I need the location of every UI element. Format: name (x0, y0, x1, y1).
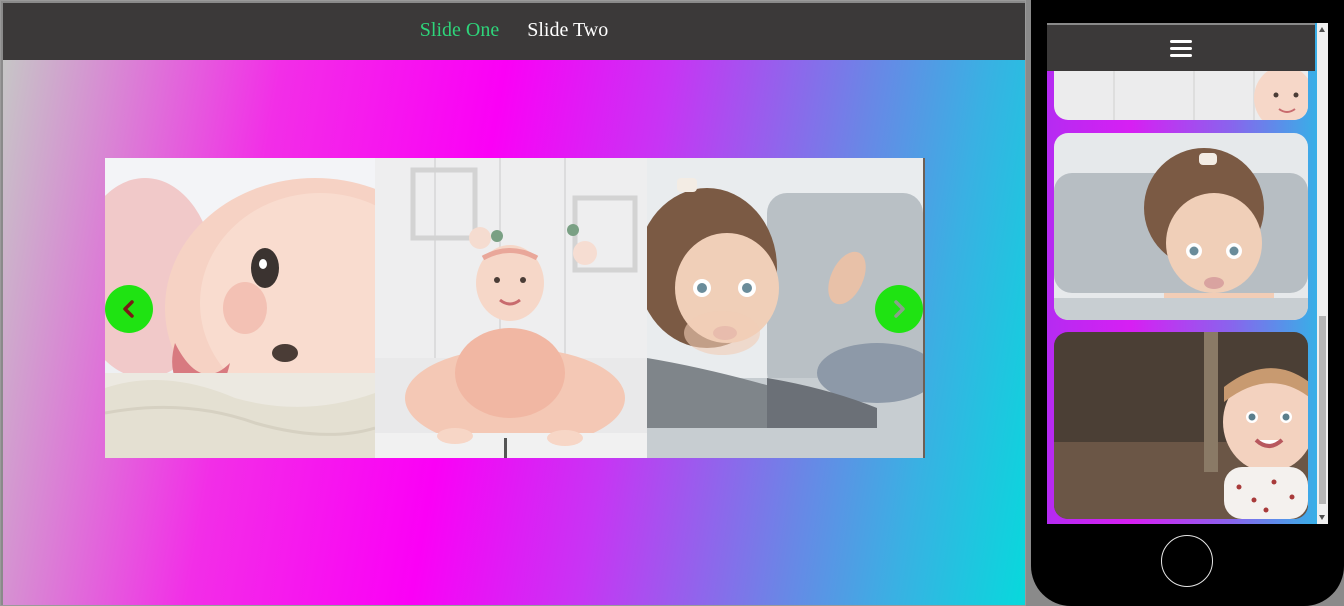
toddler-sofa-thumbnail (1054, 133, 1308, 320)
phone-card-toddler-sofa (1054, 133, 1308, 320)
chevron-right-icon (894, 300, 905, 318)
phone-screen (1047, 23, 1328, 524)
scroll-thumb[interactable] (1319, 316, 1326, 504)
prev-slide-button[interactable] (105, 285, 153, 333)
baby-tutu-image (375, 158, 647, 458)
scroll-up-arrow-icon[interactable] (1319, 27, 1325, 32)
nav-links: Slide One Slide Two (3, 19, 1025, 42)
baby-smiling-thumbnail (1054, 332, 1308, 519)
image-carousel (105, 158, 925, 458)
phone-mockup (1031, 0, 1344, 606)
navbar: Slide One Slide Two (3, 3, 1025, 60)
nav-link-slide-one[interactable]: Slide One (420, 19, 499, 42)
carousel-slide-baby-tutu (375, 158, 647, 458)
hamburger-icon[interactable] (1170, 36, 1192, 61)
phone-header (1047, 23, 1315, 71)
next-slide-button[interactable] (875, 285, 923, 333)
home-button[interactable] (1161, 535, 1213, 587)
chevron-left-icon (123, 300, 134, 318)
nav-link-slide-two[interactable]: Slide Two (527, 19, 608, 42)
scrollbar[interactable] (1317, 23, 1328, 524)
desktop-view: Slide One Slide Two (0, 0, 1026, 606)
scroll-down-arrow-icon[interactable] (1319, 515, 1325, 520)
phone-card-baby-smiling (1054, 332, 1308, 519)
